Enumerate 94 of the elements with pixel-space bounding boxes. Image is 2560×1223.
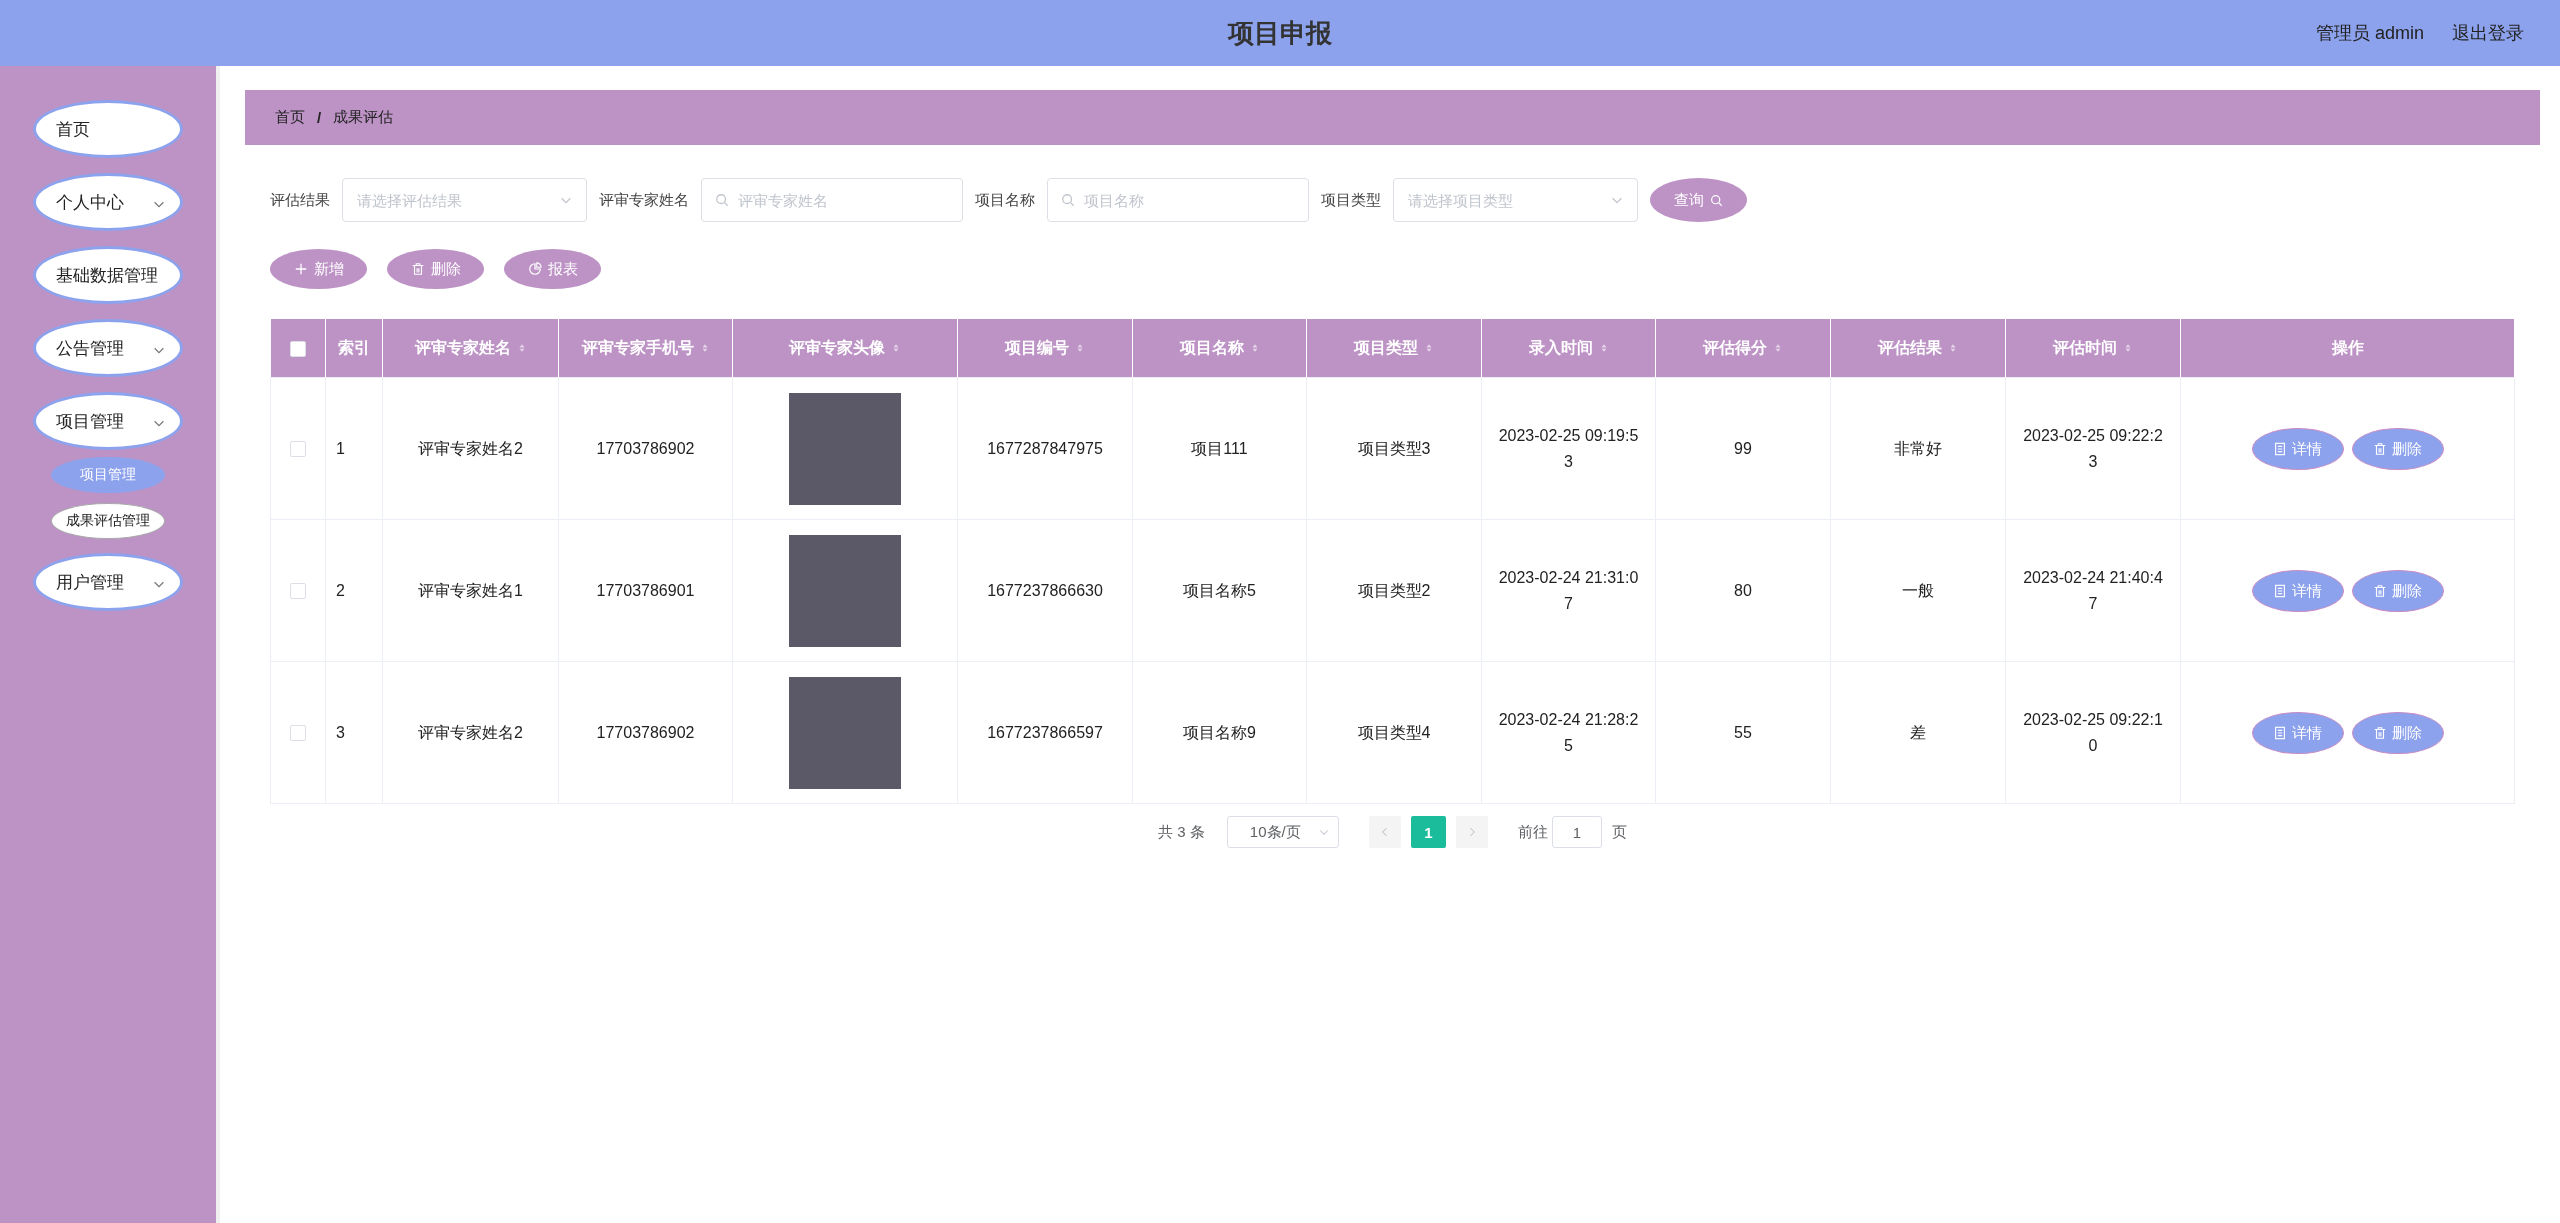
- table-cell: 评审专家姓名2: [418, 439, 523, 457]
- add-button[interactable]: 新增: [270, 249, 367, 289]
- logout-link[interactable]: 退出登录: [2452, 21, 2524, 45]
- menu-item[interactable]: 公告管理: [33, 319, 183, 377]
- column-header: 索引: [338, 337, 370, 358]
- plus-icon: [293, 262, 308, 276]
- table-cell: 项目类型2: [1357, 581, 1431, 599]
- search-field[interactable]: 项目名称: [1047, 178, 1309, 222]
- table-cell: 2: [336, 581, 345, 599]
- previous-page-button[interactable]: [1368, 816, 1401, 848]
- table-cell: 2023-02-24 21:40:47: [2023, 568, 2163, 612]
- page-number[interactable]: 1: [1410, 816, 1446, 848]
- menu-item[interactable]: 个人中心: [33, 173, 183, 231]
- search-icon: [1710, 193, 1723, 207]
- table-cell: 差: [1910, 723, 1926, 741]
- filter-label: 项目名称: [975, 190, 1035, 210]
- menu-item[interactable]: 基础数据管理: [33, 246, 183, 304]
- breadcrumb-separator: /: [317, 109, 322, 126]
- delete-button[interactable]: 删除: [2351, 711, 2444, 754]
- menu-item[interactable]: 项目管理: [33, 392, 183, 450]
- menu-item[interactable]: 首页: [33, 100, 183, 158]
- submenu-item[interactable]: 项目管理: [51, 457, 165, 493]
- table-cell: 2023-02-24 21:31:07: [1498, 568, 1639, 612]
- table-cell: 2023-02-25 09:22:23: [2023, 426, 2163, 470]
- trash-icon: [410, 262, 425, 276]
- table-cell: 17703786902: [596, 439, 695, 457]
- goto-label: 前往: [1517, 822, 1548, 842]
- select-field[interactable]: 请选择评估结果: [342, 178, 587, 222]
- delete-button[interactable]: 删除: [2351, 427, 2444, 470]
- menu-item[interactable]: 用户管理: [33, 553, 183, 611]
- table-cell: 2023-02-25 09:22:10: [2023, 710, 2163, 754]
- table-cell: 项目111: [1191, 439, 1248, 457]
- page-suffix: 页: [1611, 822, 1627, 842]
- next-page-button[interactable]: [1455, 816, 1488, 848]
- pie-chart-icon: [527, 262, 542, 276]
- breadcrumb-item: 成果评估: [333, 108, 394, 127]
- column-header[interactable]: 评估结果: [1878, 337, 1942, 359]
- column-header[interactable]: 项目名称: [1179, 337, 1244, 359]
- page-input[interactable]: 1: [1551, 816, 1602, 848]
- table-cell: 项目类型4: [1357, 723, 1431, 741]
- row-checkbox[interactable]: [290, 583, 306, 600]
- table-cell: 17703786901: [596, 581, 695, 599]
- column-header[interactable]: 录入时间: [1528, 337, 1593, 359]
- table-cell: 2023-02-25 09:19:53: [1498, 426, 1639, 470]
- detail-button[interactable]: 详情: [2251, 427, 2344, 470]
- table-cell: 项目名称9: [1183, 723, 1256, 741]
- document-icon: [2273, 441, 2287, 456]
- search-button[interactable]: 查询: [1650, 178, 1747, 222]
- table-cell: 非常好: [1894, 439, 1942, 457]
- table-cell: 80: [1734, 581, 1752, 599]
- app-title: 项目申报: [1228, 17, 1332, 48]
- column-header: 操作: [2331, 337, 2364, 358]
- report-button[interactable]: 报表: [504, 249, 601, 289]
- table-cell: 99: [1734, 439, 1752, 457]
- trash-icon: [2373, 725, 2387, 740]
- column-header[interactable]: 评估时间: [2053, 337, 2117, 359]
- column-header[interactable]: 评估得分: [1703, 337, 1767, 359]
- total-count: 共 3 条: [1158, 822, 1205, 842]
- page-size-select[interactable]: 10条/页: [1226, 816, 1339, 848]
- select-all-checkbox[interactable]: [289, 340, 306, 357]
- table-cell: 一般: [1902, 581, 1934, 599]
- filter-label: 评估结果: [270, 190, 330, 210]
- table-cell: 评审专家姓名2: [418, 723, 523, 741]
- table-cell: 项目名称5: [1183, 581, 1256, 599]
- row-checkbox[interactable]: [290, 441, 306, 458]
- search-field[interactable]: 评审专家姓名: [701, 178, 963, 222]
- table-cell: 项目类型3: [1357, 439, 1431, 457]
- filter-label: 项目类型: [1321, 190, 1381, 210]
- detail-button[interactable]: 详情: [2251, 711, 2344, 754]
- submenu-item[interactable]: 成果评估管理: [51, 503, 165, 539]
- table-cell: 17703786902: [596, 723, 695, 741]
- breadcrumb-item[interactable]: 首页: [275, 108, 305, 127]
- column-header[interactable]: 项目编号: [1005, 337, 1069, 359]
- trash-icon: [2373, 583, 2387, 598]
- table-cell: 3: [336, 723, 345, 741]
- delete-button[interactable]: 删除: [2351, 569, 2444, 612]
- column-header[interactable]: 项目类型: [1354, 337, 1418, 359]
- row-checkbox[interactable]: [290, 725, 306, 742]
- document-icon: [2273, 725, 2287, 740]
- table-cell: 2023-02-24 21:28:25: [1498, 710, 1639, 754]
- document-icon: [2273, 583, 2287, 598]
- select-field[interactable]: 请选择项目类型: [1393, 178, 1638, 222]
- user-name: 管理员 admin: [2315, 22, 2424, 45]
- detail-button[interactable]: 详情: [2251, 569, 2344, 612]
- table-cell: 评审专家姓名1: [418, 581, 523, 599]
- trash-icon: [2373, 441, 2387, 456]
- table-cell: 55: [1734, 723, 1752, 741]
- filter-label: 评审专家姓名: [599, 190, 689, 210]
- table-cell: 1677237866630: [987, 581, 1103, 599]
- table-cell: 1677237866597: [987, 723, 1103, 741]
- table-cell: 1: [336, 439, 345, 457]
- delete-button[interactable]: 删除: [387, 249, 484, 289]
- table-cell: 1677287847975: [987, 439, 1103, 457]
- column-header[interactable]: 评审专家头像: [789, 337, 885, 359]
